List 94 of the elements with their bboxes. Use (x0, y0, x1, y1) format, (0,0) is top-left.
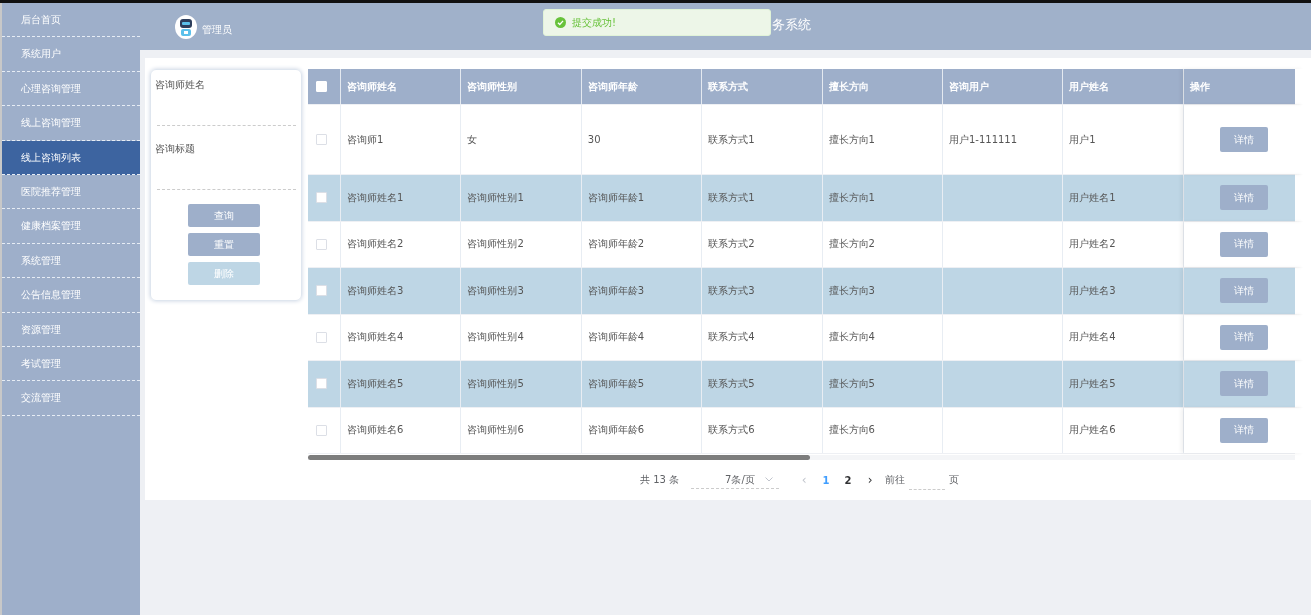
table-cell: 擅长方向6 (828, 423, 875, 438)
goto-label: 前往 (885, 473, 906, 487)
table-cell: 擅长方向1 (828, 190, 875, 205)
table-cell: 咨询师年龄6 (587, 423, 645, 438)
table-cell: 咨询师性别6 (467, 423, 524, 438)
user-name: 管理员 (202, 22, 232, 37)
table-cell: 联系方式2 (708, 237, 755, 252)
checkbox[interactable] (316, 331, 327, 343)
table-cell: 咨询师性别2 (467, 237, 524, 252)
details-button[interactable]: 详情 (1219, 417, 1268, 443)
toast-message: 提交成功! (543, 9, 771, 36)
column-header: 咨询用户 (942, 69, 1064, 104)
column-header: 联系方式 (702, 69, 823, 104)
search-panel-button[interactable]: 查询 (187, 204, 260, 227)
checkbox[interactable] (316, 378, 327, 390)
table-cell: 用户1 (1069, 132, 1096, 147)
column-header: 擅长方向 (822, 69, 943, 104)
check-icon (555, 17, 566, 28)
table-cell: 咨询师姓名5 (347, 376, 404, 391)
table-cell: 擅长方向5 (828, 376, 875, 391)
table-cell: 用户姓名5 (1069, 376, 1116, 391)
table-cell: 联系方式5 (708, 376, 755, 391)
field-label: 咨询师姓名 (155, 78, 206, 92)
table-cell: 咨询师年龄5 (587, 376, 645, 391)
table-cell: 咨询师年龄2 (587, 237, 645, 252)
sidebar-item[interactable]: 公告信息管理 (2, 278, 140, 313)
page-number[interactable]: 2 (837, 474, 860, 486)
next-page-button[interactable]: › (859, 473, 882, 487)
search-panel-button[interactable]: 重置 (187, 233, 260, 256)
table-cell: 用户姓名2 (1069, 237, 1116, 252)
table-cell: 咨询师1 (347, 132, 384, 147)
table-cell: 咨询师姓名2 (347, 237, 404, 252)
table-cell: 咨询师姓名6 (347, 423, 404, 438)
sidebar-item[interactable]: 线上咨询管理 (2, 106, 140, 141)
field-label: 咨询标题 (155, 142, 196, 156)
table-cell: 联系方式1 (708, 190, 755, 205)
details-button[interactable]: 详情 (1219, 231, 1268, 257)
sidebar-item[interactable]: 医院推荐管理 (2, 174, 140, 210)
table-cell: 咨询师姓名4 (347, 330, 404, 345)
table-cell: 用户姓名6 (1069, 423, 1116, 438)
table-cell: 咨询师性别5 (467, 376, 524, 391)
table-cell: 擅长方向1 (828, 132, 875, 147)
table-cell: 咨询师年龄4 (587, 330, 645, 345)
page-unit-label: 页 (949, 473, 960, 487)
table-cell: 咨询师姓名1 (347, 190, 404, 205)
total-count: 共 13 条 (639, 473, 680, 487)
robot-avatar-icon (175, 14, 197, 39)
sidebar-item[interactable]: 系统管理 (2, 243, 140, 279)
chevron-down-icon (765, 477, 774, 482)
checkbox[interactable] (316, 134, 327, 145)
sidebar-item[interactable]: 线上咨询列表 (2, 140, 140, 175)
scrollbar[interactable] (308, 455, 1295, 460)
column-header: 咨询师性别 (461, 69, 582, 104)
page-number[interactable]: 1 (815, 474, 838, 486)
table-cell: 咨询师年龄1 (587, 190, 645, 205)
checkbox[interactable] (316, 238, 327, 250)
previous-page-button[interactable]: ‹ (793, 473, 816, 487)
sidebar-item[interactable]: 心理咨询管理 (2, 71, 140, 107)
table-cell: 擅长方向2 (828, 237, 875, 252)
sidebar-item[interactable]: 交流管理 (2, 381, 140, 416)
details-button[interactable]: 详情 (1219, 278, 1268, 304)
column-header: 咨询师年龄 (581, 69, 703, 104)
checkbox[interactable] (316, 192, 327, 204)
table-cell: 30 (587, 134, 601, 145)
table-cell: 联系方式1 (708, 132, 755, 147)
sidebar-item[interactable]: 资源管理 (2, 312, 140, 347)
table-cell: 咨询师性别4 (467, 330, 524, 345)
column-header: 用户姓名 (1063, 69, 1184, 104)
details-button[interactable]: 详情 (1219, 324, 1268, 350)
table-cell: 联系方式6 (708, 423, 755, 438)
details-button[interactable]: 详情 (1219, 371, 1268, 397)
details-button[interactable]: 详情 (1219, 127, 1268, 152)
table-cell: 用户1-111111 (948, 132, 1018, 147)
column-header: 咨询师姓名 (341, 69, 462, 104)
table-cell: 擅长方向3 (828, 283, 875, 298)
checkbox[interactable] (316, 424, 327, 436)
sidebar-item[interactable]: 考试管理 (2, 346, 140, 382)
sidebar-item[interactable]: 健康档案管理 (2, 209, 140, 244)
table-cell: 用户姓名3 (1069, 283, 1116, 298)
details-button[interactable]: 详情 (1219, 185, 1268, 211)
table-cell: 咨询师姓名3 (347, 283, 404, 298)
column-header: 操作 (1183, 69, 1304, 104)
table-cell: 咨询师性别1 (467, 190, 524, 205)
page-title: 务系统 (772, 16, 811, 34)
table-cell: 用户姓名1 (1069, 190, 1116, 205)
table-cell: 咨询师性别3 (467, 283, 524, 298)
table-cell: 联系方式3 (708, 283, 755, 298)
table-cell: 咨询师年龄3 (587, 283, 645, 298)
checkbox[interactable] (316, 285, 327, 297)
page-size-select[interactable]: 7条/页 (691, 471, 780, 489)
table-cell: 擅长方向4 (828, 330, 875, 345)
table-cell: 联系方式4 (708, 330, 755, 345)
table-cell: 用户姓名4 (1069, 330, 1116, 345)
table-cell: 女 (467, 132, 478, 147)
